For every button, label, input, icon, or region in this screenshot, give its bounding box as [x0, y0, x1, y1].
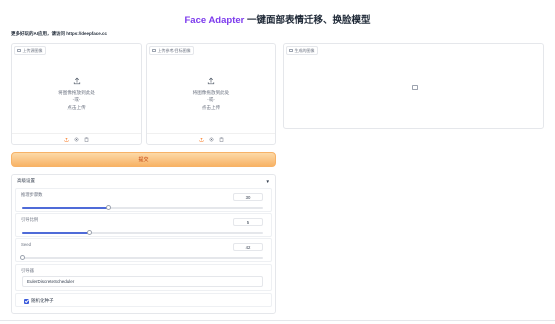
scheduler-input[interactable]: EulerDiscreteScheduler — [22, 276, 263, 287]
steps-slider[interactable] — [22, 205, 263, 210]
steps-slider-block: 推理步骤数 30 — [15, 188, 272, 212]
drop-text: 将图像拖放到此处 — [58, 89, 95, 95]
seed-number-input[interactable]: 42 — [233, 243, 263, 251]
drop-or-text: -或- — [72, 97, 81, 103]
steps-slider-fill — [22, 207, 109, 209]
guidance-slider[interactable] — [22, 230, 263, 235]
output-image-panel: 生成的图像 — [283, 43, 544, 129]
webcam-icon[interactable] — [74, 137, 79, 142]
target-image-panel: 上传参考/目标图像 将图像拖放到此处 -或- 点击上传 — [146, 43, 276, 145]
guidance-number-input[interactable]: 5 — [233, 218, 263, 226]
source-image-label-text: 上传源图像 — [22, 47, 43, 53]
upload-icon[interactable] — [64, 137, 69, 142]
image-icon — [17, 48, 21, 53]
steps-slider-knob[interactable] — [106, 205, 112, 210]
image-icon — [152, 48, 156, 53]
submit-button[interactable]: 提交 — [11, 152, 276, 167]
random-seed-checkbox[interactable]: 随机化种子 — [24, 298, 54, 304]
collapse-icon: ▼ — [265, 178, 270, 184]
upload-icon — [73, 77, 80, 85]
upload-icon — [207, 77, 215, 85]
seed-slider-knob[interactable] — [19, 255, 25, 260]
image-placeholder-icon — [412, 85, 418, 90]
seed-label: Seed — [21, 242, 32, 247]
source-image-panel: 上传源图像 将图像拖放到此处 -或- 点击上传 — [11, 43, 142, 145]
steps-number-input[interactable]: 30 — [233, 193, 263, 201]
click-upload-text: 点击上传 — [67, 104, 86, 110]
page-title: Face Adapter 一键面部表情迁移、换脸模型 — [0, 12, 555, 26]
source-image-dropzone[interactable]: 将图像拖放到此处 -或- 点击上传 — [12, 55, 141, 133]
source-image-label: 上传源图像 — [14, 46, 46, 55]
drop-text: 将图像拖放到此处 — [192, 89, 230, 95]
target-image-label: 上传参考/目标图像 — [149, 46, 194, 55]
output-image-label-text: 生成的图像 — [294, 47, 315, 53]
seed-slider-block: Seed 42 — [15, 238, 272, 262]
target-image-dropzone[interactable]: 将图像拖放到此处 -或- 点击上传 — [147, 55, 275, 133]
site-notice: 更多好玩的AI应用，请访问 https://deepface.cc — [11, 31, 108, 36]
random-seed-label: 随机化种子 — [31, 298, 54, 303]
title-text: 一键面部表情迁移、换脸模型 — [244, 15, 371, 26]
scheduler-label: 引导器 — [21, 268, 34, 273]
clipboard-icon[interactable] — [84, 137, 89, 142]
target-image-label-text: 上传参考/目标图像 — [157, 47, 191, 53]
brand-name: Face Adapter — [184, 15, 245, 26]
click-upload-text: 点击上传 — [201, 104, 221, 110]
drop-or-text: -或- — [207, 97, 215, 103]
footer-divider — [0, 320, 555, 321]
clipboard-icon[interactable] — [219, 137, 224, 142]
advanced-settings-panel: 高级设置 ▼ 推理步骤数 30 引导比例 5 Seed 42 引导器 Euler… — [11, 174, 276, 314]
checkbox-checked-icon — [24, 298, 29, 304]
seed-slider[interactable] — [19, 255, 263, 260]
guidance-slider-fill — [22, 232, 90, 234]
guidance-label: 引导比例 — [21, 217, 39, 222]
advanced-settings-header[interactable]: 高级设置 ▼ — [17, 177, 270, 185]
output-image-label: 生成的图像 — [286, 46, 318, 55]
guidance-slider-knob[interactable] — [86, 230, 92, 235]
target-image-toolbar — [147, 133, 275, 144]
source-image-toolbar — [12, 133, 141, 144]
random-seed-block: 随机化种子 — [15, 293, 272, 307]
advanced-settings-title: 高级设置 — [17, 178, 35, 183]
webcam-icon[interactable] — [209, 137, 214, 142]
steps-label: 推理步骤数 — [21, 192, 43, 197]
guidance-slider-block: 引导比例 5 — [15, 213, 272, 237]
scheduler-block: 引导器 EulerDiscreteScheduler — [15, 264, 272, 291]
image-icon — [289, 48, 293, 53]
upload-icon[interactable] — [199, 137, 204, 142]
